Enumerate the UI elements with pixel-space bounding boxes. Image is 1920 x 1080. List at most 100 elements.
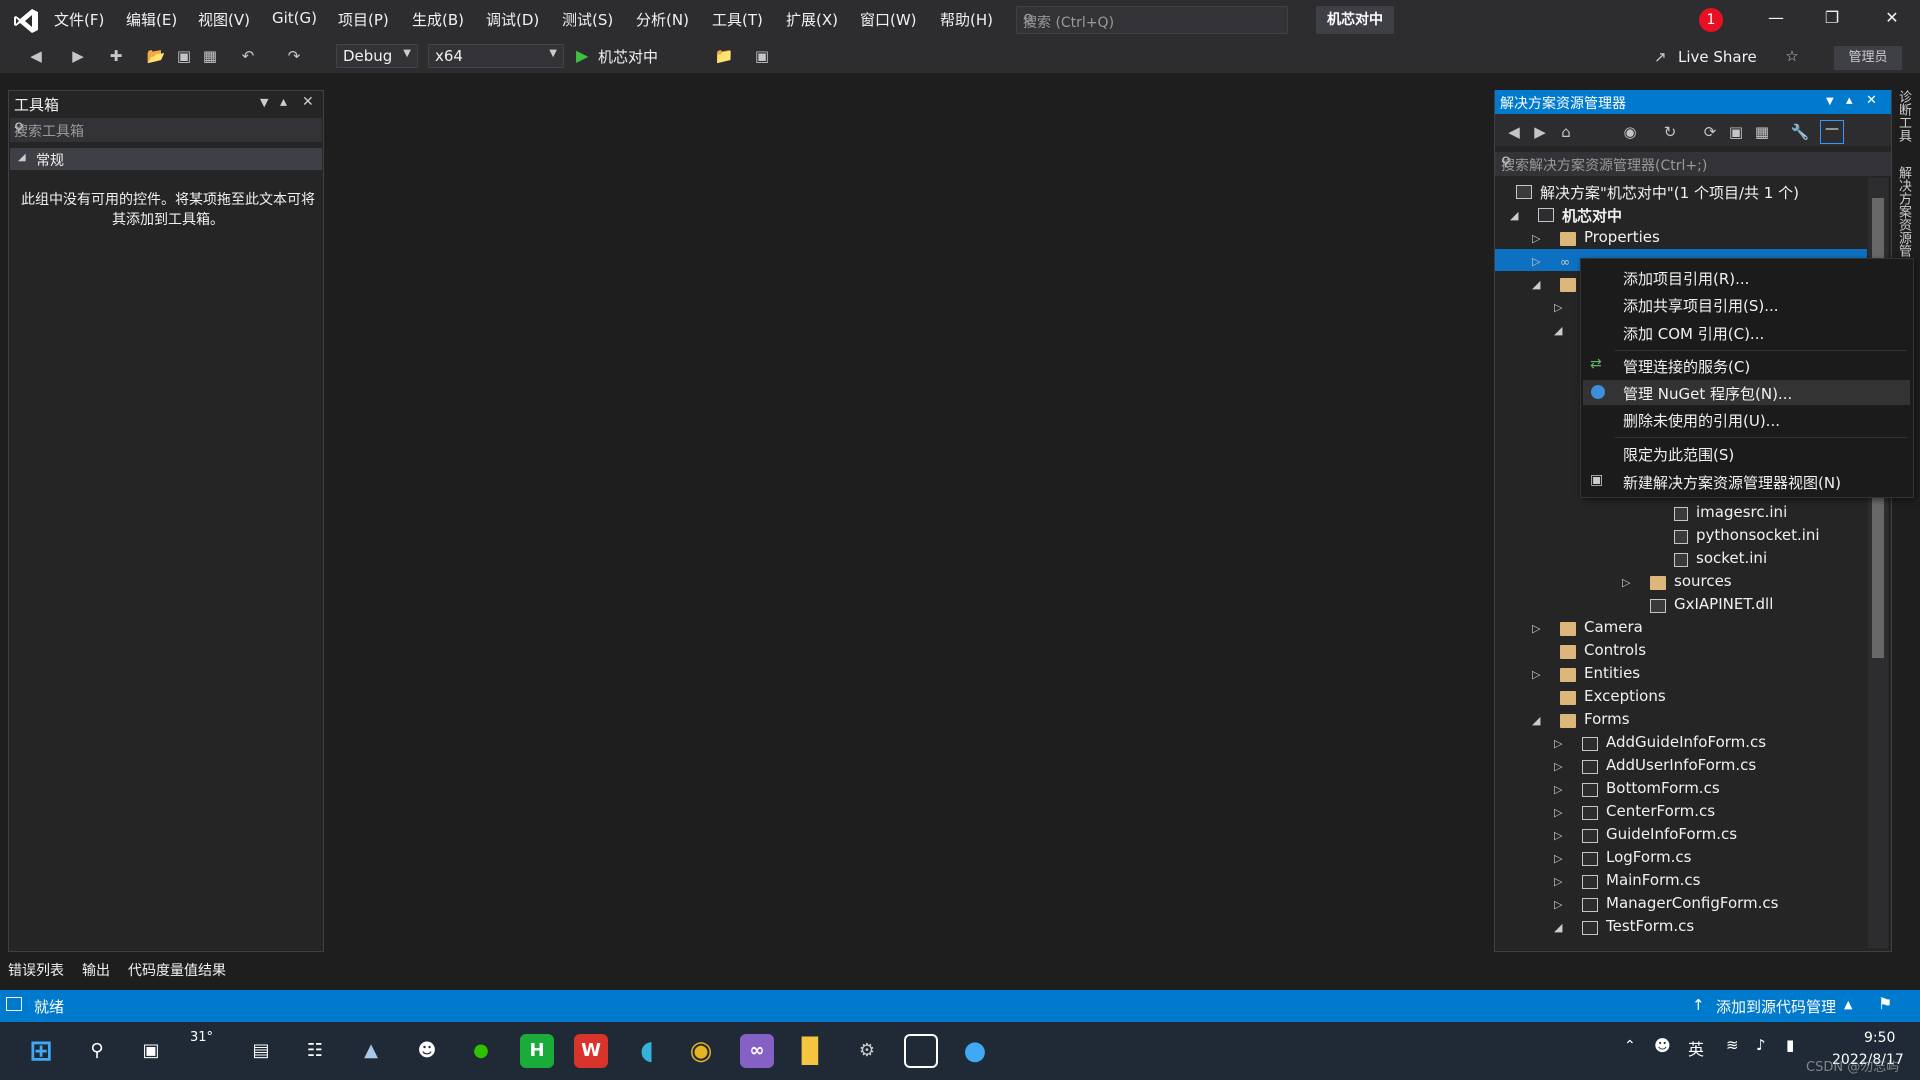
run-target-button[interactable]: 机芯对中 xyxy=(598,46,658,67)
task-view-icon[interactable]: ▣ xyxy=(134,1034,168,1068)
expanded-arrow-icon: ◢ xyxy=(1554,921,1563,934)
ime-indicator[interactable]: 英 xyxy=(1688,1036,1704,1060)
menu-project[interactable]: 项目(P) xyxy=(338,9,389,30)
menu-item-add-project-ref[interactable]: 添加项目引用(R)... xyxy=(1623,268,1749,289)
save-all-icon[interactable]: ▦ xyxy=(200,46,220,66)
edge-icon[interactable]: ◖ xyxy=(630,1034,664,1068)
menu-tools[interactable]: 工具(T) xyxy=(712,9,763,30)
menu-test[interactable]: 测试(S) xyxy=(562,9,613,30)
history-icon[interactable]: ↻ xyxy=(1660,122,1680,142)
open-folder-icon[interactable]: 📂 xyxy=(146,46,166,66)
weather-icon[interactable]: 31° xyxy=(190,1030,213,1045)
add-to-source-control-button[interactable]: 添加到源代码管理 xyxy=(1716,996,1836,1017)
home-icon[interactable]: ⌂ xyxy=(1556,122,1576,142)
menu-item-add-com-ref[interactable]: 添加 COM 引用(C)... xyxy=(1623,323,1764,344)
window-app-icon[interactable] xyxy=(904,1034,938,1068)
menu-git[interactable]: Git(G) xyxy=(272,9,317,27)
forward-icon[interactable]: ▶ xyxy=(68,46,88,66)
tab-output[interactable]: 输出 xyxy=(82,960,110,980)
close-icon[interactable]: ✕ xyxy=(302,94,314,110)
pin-icon[interactable]: ▴ xyxy=(280,94,287,110)
platform-select[interactable]: x64 ▼ xyxy=(428,44,564,68)
show-all-files-icon[interactable]: ▦ xyxy=(1752,122,1772,142)
status-icon xyxy=(6,997,22,1011)
globe-icon[interactable]: ● xyxy=(958,1034,992,1068)
wps-icon[interactable]: W xyxy=(574,1034,608,1068)
toolbox-search-input[interactable]: 搜索工具箱 ⚲ xyxy=(10,118,322,142)
redo-icon[interactable]: ↷ xyxy=(284,46,304,66)
sync-icon[interactable]: ◉ xyxy=(1620,122,1640,142)
restore-button[interactable]: ❐ xyxy=(1812,8,1852,32)
ini-file-icon xyxy=(1674,507,1688,521)
notification-badge[interactable]: 1 xyxy=(1699,8,1723,32)
folder-icon xyxy=(1560,668,1576,682)
search-icon[interactable]: ⚲ xyxy=(80,1034,114,1068)
menu-help[interactable]: 帮助(H) xyxy=(940,9,993,30)
screenshot-icon[interactable]: ▣ xyxy=(752,46,772,66)
menu-debug[interactable]: 调试(D) xyxy=(486,9,539,30)
toolbox-title: 工具箱 xyxy=(14,96,60,114)
bell-icon[interactable]: ⚑ xyxy=(1878,994,1892,1013)
menu-item-manage-nuget[interactable]: 管理 NuGet 程序包(N)... xyxy=(1623,383,1792,404)
battery-icon[interactable]: ▮ xyxy=(1786,1036,1794,1054)
side-tab-diagnostics[interactable]: 诊断工具 xyxy=(1894,90,1913,142)
menu-edit[interactable]: 编辑(E) xyxy=(126,9,177,30)
network-icon[interactable]: ☷ xyxy=(298,1034,332,1068)
chevron-down-icon[interactable]: ▼ xyxy=(260,96,268,109)
menu-window[interactable]: 窗口(W) xyxy=(860,9,917,30)
clock-time[interactable]: 9:50 xyxy=(1864,1030,1895,1046)
solution-explorer-search-input[interactable]: 搜索解决方案资源管理器(Ctrl+;) ⚲ xyxy=(1495,152,1891,176)
pc-icon[interactable]: ▤ xyxy=(244,1034,278,1068)
wechat-icon[interactable]: ● xyxy=(464,1034,498,1068)
new-project-icon[interactable]: ✚ xyxy=(106,46,126,66)
admin-badge: 管理员 xyxy=(1834,46,1902,70)
menu-file[interactable]: 文件(F) xyxy=(54,9,104,30)
chrome-icon[interactable]: ◉ xyxy=(684,1034,718,1068)
minimize-button[interactable]: — xyxy=(1756,8,1796,32)
menu-build[interactable]: 生成(B) xyxy=(412,9,464,30)
menu-item-scope-to-this[interactable]: 限定为此范围(S) xyxy=(1623,444,1734,465)
save-icon[interactable]: ▣ xyxy=(174,46,194,66)
feedback-icon[interactable]: ☆ xyxy=(1782,46,1802,66)
menu-item-add-shared-ref[interactable]: 添加共享项目引用(S)... xyxy=(1623,295,1779,316)
menu-view[interactable]: 视图(V) xyxy=(198,9,250,30)
config-select[interactable]: Debug ▼ xyxy=(336,44,418,68)
run-icon[interactable]: ▶ xyxy=(576,46,588,65)
search-input[interactable]: 搜索 (Ctrl+Q) ⚲ xyxy=(1016,6,1288,34)
settings-icon[interactable]: ⚙ xyxy=(850,1034,884,1068)
menu-item-remove-unused[interactable]: 删除未使用的引用(U)... xyxy=(1623,410,1780,431)
tab-code-metrics[interactable]: 代码度量值结果 xyxy=(128,960,226,980)
properties-wrench-icon[interactable]: 🔧 xyxy=(1790,122,1810,142)
preview-toggle-icon[interactable]: — xyxy=(1820,120,1844,144)
hbuilder-icon[interactable]: H xyxy=(520,1034,554,1068)
back-icon[interactable]: ◀ xyxy=(1504,122,1524,142)
forward-icon[interactable]: ▶ xyxy=(1530,122,1550,142)
menu-extensions[interactable]: 扩展(X) xyxy=(786,9,838,30)
browse-folder-icon[interactable]: 📁 xyxy=(714,46,734,66)
chevron-up-icon[interactable]: ⌃ xyxy=(1624,1038,1636,1054)
qq-icon[interactable]: ☻ xyxy=(410,1034,444,1068)
volume-icon[interactable]: ♪ xyxy=(1756,1036,1766,1054)
collapse-all-icon[interactable]: ▣ xyxy=(1726,122,1746,142)
live-share-button[interactable]: Live Share xyxy=(1678,48,1757,66)
close-icon[interactable]: ✕ xyxy=(1866,93,1877,108)
image-viewer-icon[interactable]: ▲ xyxy=(354,1034,388,1068)
chevron-down-icon[interactable]: ▼ xyxy=(1826,96,1834,107)
undo-icon[interactable]: ↶ xyxy=(238,46,258,66)
file-explorer-icon[interactable]: ▉ xyxy=(794,1034,828,1068)
menu-item-manage-services[interactable]: 管理连接的服务(C) xyxy=(1623,356,1750,377)
qq-tray-icon[interactable]: ☻ xyxy=(1654,1036,1671,1055)
visual-studio-icon[interactable]: ∞ xyxy=(740,1034,774,1068)
back-icon[interactable]: ◀ xyxy=(26,46,46,66)
menu-analyze[interactable]: 分析(N) xyxy=(636,9,689,30)
toolbox-group-general[interactable]: ◢ 常规 xyxy=(10,148,322,170)
close-window-button[interactable]: ✕ xyxy=(1872,8,1912,32)
menu-item-new-se-view[interactable]: 新建解决方案资源管理器视图(N) xyxy=(1623,472,1841,493)
solution-explorer-title: 解决方案资源管理器 xyxy=(1500,96,1626,112)
live-share-icon: ↗ xyxy=(1654,48,1667,66)
refresh-icon[interactable]: ⟳ xyxy=(1700,122,1720,142)
wifi-icon[interactable]: ≋ xyxy=(1726,1036,1739,1054)
tab-error-list[interactable]: 错误列表 xyxy=(8,960,64,980)
pin-icon[interactable]: ▴ xyxy=(1846,93,1853,108)
windows-start-icon[interactable]: ⊞ xyxy=(24,1034,58,1068)
